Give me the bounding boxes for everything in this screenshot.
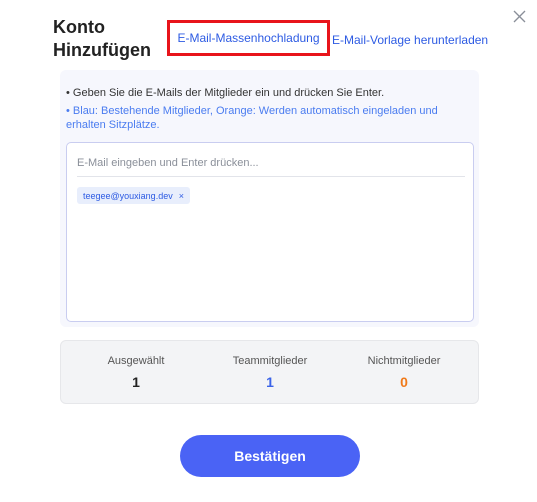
stat-selected: Ausgewählt 1 (66, 341, 206, 405)
instruction-text: • Geben Sie die E-Mails der Mitglieder e… (66, 87, 385, 99)
email-input-box[interactable]: teegee@youxiang.dev × (66, 142, 474, 322)
add-account-dialog: Konto Hinzufügen E-Mail-Massenhochladung… (0, 0, 537, 502)
stat-value: 0 (400, 374, 408, 390)
email-input[interactable] (77, 149, 465, 177)
email-tag-label: teegee@youxiang.dev (83, 190, 173, 201)
confirm-button[interactable]: Bestätigen (180, 435, 360, 477)
selection-stats: Ausgewählt 1 Teammitglieder 1 Nichtmitgl… (60, 340, 479, 404)
close-icon[interactable] (512, 9, 527, 24)
stat-non-members: Nichtmitglieder 0 (334, 341, 474, 405)
stat-team-members: Teammitglieder 1 (200, 341, 340, 405)
email-entry-panel: • Geben Sie die E-Mails der Mitglieder e… (60, 70, 479, 327)
stat-value: 1 (266, 374, 274, 390)
email-tag: teegee@youxiang.dev × (77, 187, 190, 204)
stat-value: 1 (132, 374, 140, 390)
remove-tag-icon[interactable]: × (179, 191, 184, 201)
download-template-link[interactable]: E-Mail-Vorlage herunterladen (332, 33, 488, 47)
stat-label: Nichtmitglieder (367, 355, 441, 367)
stat-label: Teammitglieder (232, 355, 308, 367)
stat-label: Ausgewählt (107, 355, 165, 367)
dialog-title: Konto Hinzufügen (53, 17, 151, 60)
bulk-upload-link[interactable]: E-Mail-Massenhochladung (167, 20, 330, 56)
color-legend-text: • Blau: Bestehende Mitglieder, Orange: W… (66, 105, 438, 131)
